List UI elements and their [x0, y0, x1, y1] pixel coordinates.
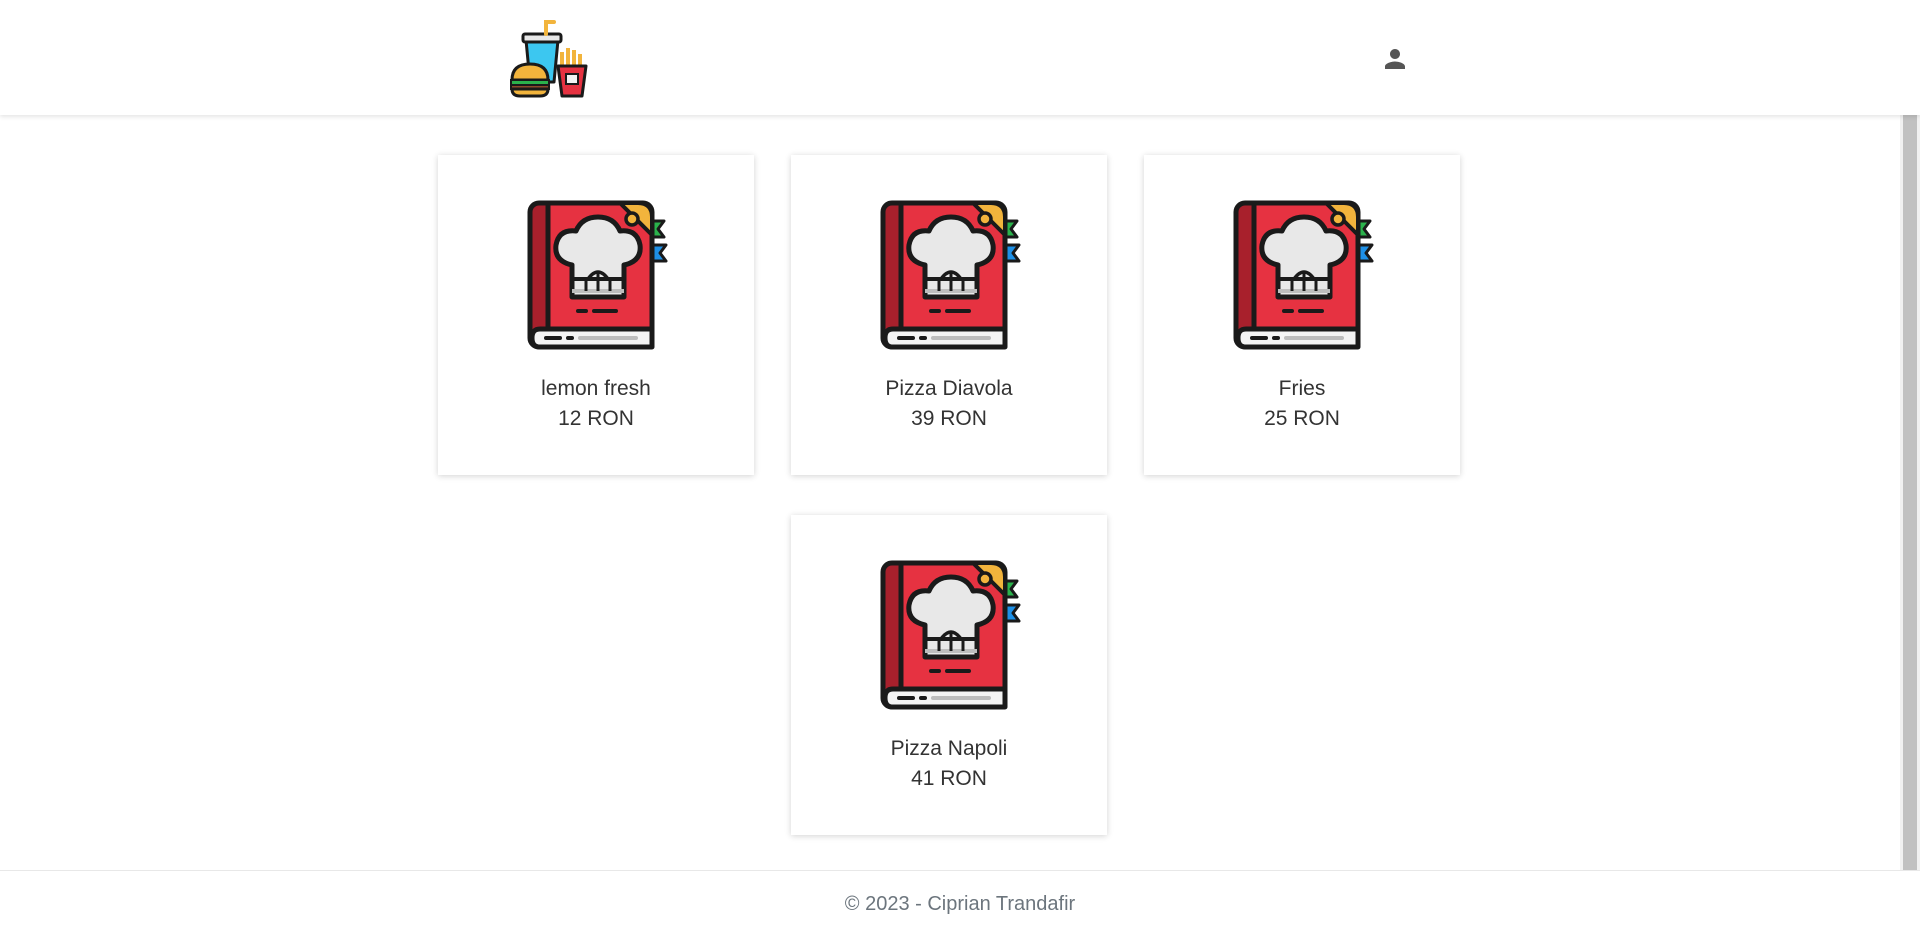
product-card[interactable]: Fries 25 RON [1144, 155, 1460, 475]
recipe-book-icon [879, 199, 1027, 351]
top-navbar [0, 0, 1920, 115]
page-footer: © 2023 - Ciprian Trandafir [0, 870, 1920, 936]
scrollbar-thumb[interactable] [1903, 115, 1917, 870]
product-price: 41 RON [911, 767, 987, 790]
product-name: Pizza Napoli [890, 737, 1008, 760]
product-price: 12 RON [558, 407, 634, 430]
product-card[interactable]: Pizza Diavola 39 RON [791, 155, 1107, 475]
product-price: 25 RON [1264, 407, 1340, 430]
scrollbar[interactable] [1900, 115, 1920, 870]
product-name: Pizza Diavola [885, 377, 1013, 400]
product-name: lemon fresh [541, 377, 651, 400]
recipe-book-icon [526, 199, 674, 351]
fast-food-logo-icon[interactable] [508, 18, 590, 98]
recipe-book-icon [879, 559, 1027, 711]
product-price: 39 RON [911, 407, 987, 430]
product-card[interactable]: Pizza Napoli 41 RON [791, 515, 1107, 835]
product-name: Fries [1278, 377, 1326, 400]
copyright-text: © 2023 - Ciprian Trandafir [844, 893, 1076, 915]
user-account-icon[interactable] [1380, 44, 1410, 74]
product-card[interactable]: lemon fresh 12 RON [438, 155, 754, 475]
recipe-book-icon [1232, 199, 1380, 351]
